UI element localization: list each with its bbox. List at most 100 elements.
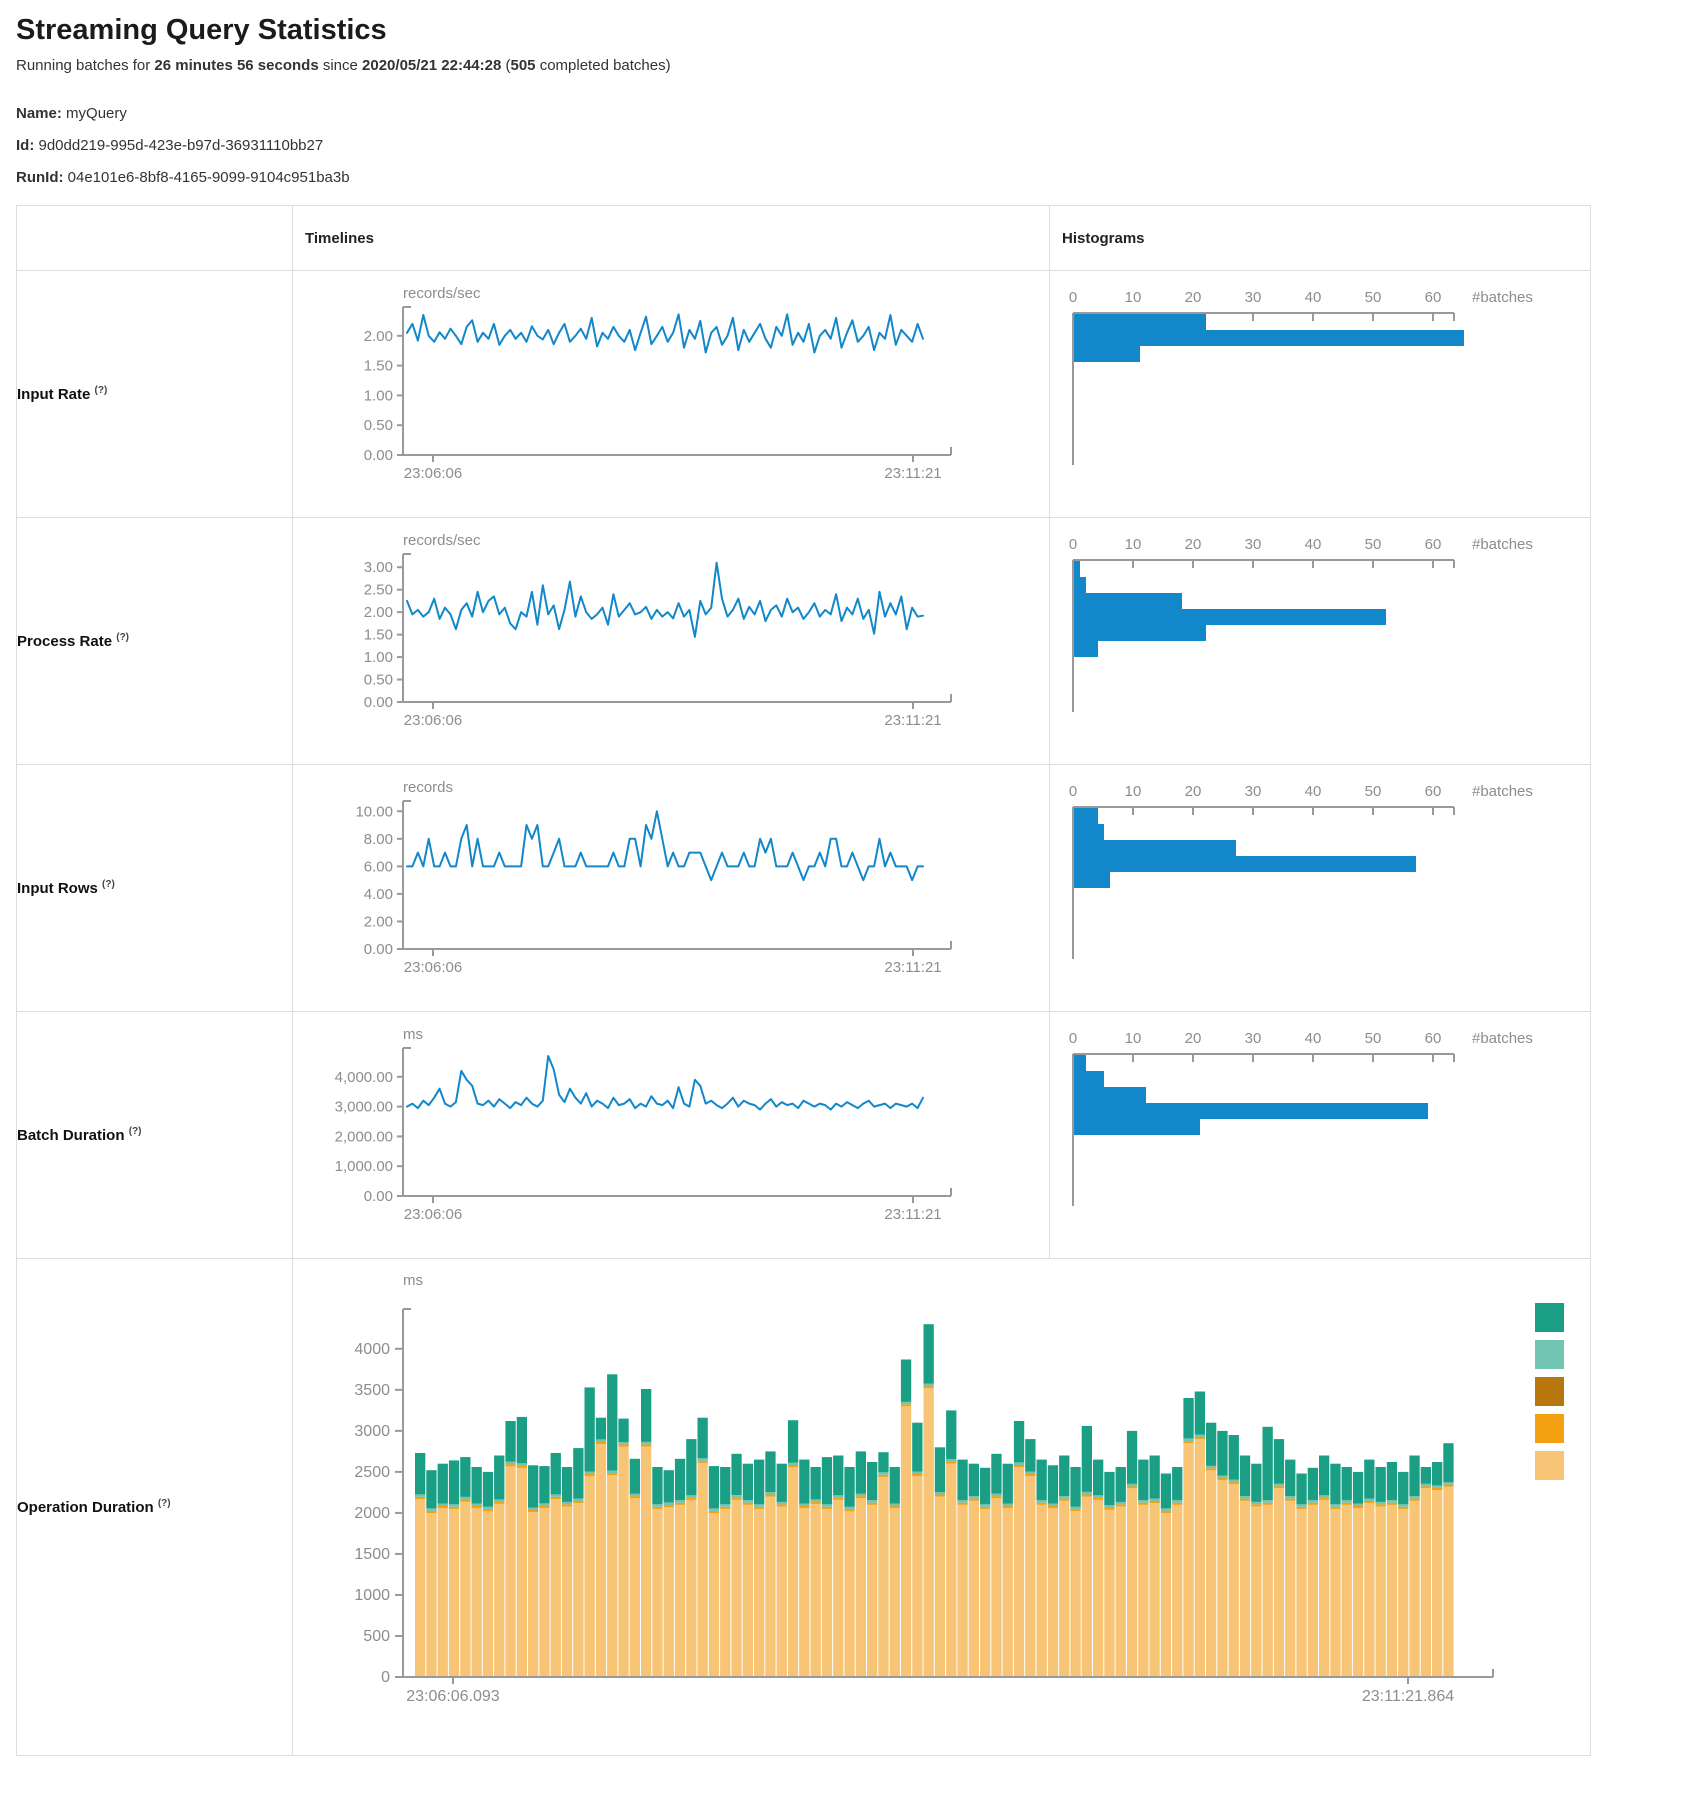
timelines-header: Timelines bbox=[293, 206, 1050, 271]
svg-text:2.00: 2.00 bbox=[364, 914, 393, 931]
svg-text:10: 10 bbox=[1125, 783, 1142, 800]
svg-text:23:11:21.864: 23:11:21.864 bbox=[1362, 1688, 1454, 1705]
input-rate-help-icon[interactable]: (?) bbox=[95, 385, 108, 396]
svg-text:1.50: 1.50 bbox=[364, 627, 393, 644]
svg-text:#batches: #batches bbox=[1472, 1030, 1533, 1047]
input-rows-timeline-cell: records0.002.004.006.008.0010.0023:06:06… bbox=[293, 765, 1050, 1012]
input-rows-histogram-cell: 0102030405060#batches bbox=[1050, 765, 1591, 1012]
input-rows-help-icon[interactable]: (?) bbox=[102, 879, 115, 890]
svg-text:3,000.00: 3,000.00 bbox=[335, 1099, 393, 1116]
svg-text:8.00: 8.00 bbox=[364, 831, 393, 848]
legend-swatch-get-batch bbox=[1535, 1303, 1564, 1332]
svg-text:23:11:21: 23:11:21 bbox=[884, 1206, 941, 1223]
svg-text:30: 30 bbox=[1245, 1030, 1262, 1047]
streaming-query-statistics-page: Streaming Query Statistics Running batch… bbox=[0, 0, 1693, 1820]
svg-text:0: 0 bbox=[1069, 289, 1077, 306]
input-rows-row: Input Rows (?) records0.002.004.006.008.… bbox=[17, 765, 1591, 1012]
operation-duration-stacked-chart: ms0500100015002000250030003500400023:06:… bbox=[303, 1269, 1553, 1747]
process-rate-timeline-chart: records/sec0.000.501.001.502.002.503.002… bbox=[303, 534, 1003, 749]
page-title: Streaming Query Statistics bbox=[16, 14, 1693, 47]
svg-text:60: 60 bbox=[1425, 289, 1442, 306]
svg-text:30: 30 bbox=[1245, 783, 1262, 800]
empty-header-cell bbox=[17, 206, 293, 271]
svg-text:0: 0 bbox=[1069, 536, 1077, 553]
svg-text:2500: 2500 bbox=[354, 1464, 390, 1481]
input-rate-row: Input Rate (?) records/sec0.000.501.001.… bbox=[17, 271, 1591, 518]
query-runid-line: RunId: 04e101e6-8bf8-4165-9099-9104c951b… bbox=[16, 164, 1693, 192]
svg-text:0: 0 bbox=[1069, 783, 1077, 800]
query-id-line: Id: 9d0dd219-995d-423e-b97d-36931110bb27 bbox=[16, 132, 1693, 160]
run-duration: 26 minutes 56 seconds bbox=[154, 57, 318, 74]
svg-text:500: 500 bbox=[363, 1628, 390, 1645]
process-rate-help-icon[interactable]: (?) bbox=[116, 632, 129, 643]
process-rate-label: Process Rate (?) bbox=[17, 518, 293, 765]
query-id: 9d0dd219-995d-423e-b97d-36931110bb27 bbox=[34, 137, 323, 154]
svg-text:#batches: #batches bbox=[1472, 536, 1533, 553]
svg-text:23:06:06: 23:06:06 bbox=[404, 1206, 462, 1223]
svg-text:40: 40 bbox=[1305, 536, 1322, 553]
statistics-table: Timelines Histograms Input Rate (?) reco… bbox=[16, 205, 1591, 1756]
svg-text:0: 0 bbox=[381, 1669, 390, 1686]
input-rate-label: Input Rate (?) bbox=[17, 271, 293, 518]
process-rate-timeline-cell: records/sec0.000.501.001.502.002.503.002… bbox=[293, 518, 1050, 765]
svg-text:2.00: 2.00 bbox=[364, 604, 393, 621]
svg-text:1000: 1000 bbox=[354, 1587, 390, 1604]
batch-duration-row: Batch Duration (?) ms0.001,000.002,000.0… bbox=[17, 1012, 1591, 1259]
svg-text:0.00: 0.00 bbox=[364, 1188, 393, 1205]
svg-text:50: 50 bbox=[1365, 289, 1382, 306]
svg-text:20: 20 bbox=[1185, 783, 1202, 800]
svg-text:2000: 2000 bbox=[354, 1505, 390, 1522]
svg-text:1500: 1500 bbox=[354, 1546, 390, 1563]
batch-duration-timeline-chart: ms0.001,000.002,000.003,000.004,000.0023… bbox=[303, 1028, 1003, 1243]
svg-text:23:11:21: 23:11:21 bbox=[884, 712, 941, 729]
svg-text:0.50: 0.50 bbox=[364, 672, 393, 689]
svg-text:40: 40 bbox=[1305, 1030, 1322, 1047]
svg-text:1.00: 1.00 bbox=[364, 388, 393, 405]
input-rate-histogram-chart: 0102030405060#batches bbox=[1058, 287, 1588, 502]
operation-duration-row: Operation Duration (?) ms050010001500200… bbox=[17, 1259, 1591, 1756]
svg-text:10: 10 bbox=[1125, 536, 1142, 553]
legend-swatch-query-planning bbox=[1535, 1377, 1564, 1406]
operation-duration-help-icon[interactable]: (?) bbox=[158, 1498, 171, 1509]
svg-text:3000: 3000 bbox=[354, 1423, 390, 1440]
svg-text:23:11:21: 23:11:21 bbox=[884, 959, 941, 976]
svg-text:60: 60 bbox=[1425, 1030, 1442, 1047]
svg-text:records/sec: records/sec bbox=[403, 287, 481, 302]
svg-text:10.00: 10.00 bbox=[355, 804, 393, 821]
svg-text:50: 50 bbox=[1365, 536, 1382, 553]
svg-text:1,000.00: 1,000.00 bbox=[335, 1158, 393, 1175]
svg-text:4000: 4000 bbox=[354, 1341, 390, 1358]
query-name: myQuery bbox=[62, 105, 127, 122]
completed-batch-count: 505 bbox=[511, 57, 536, 74]
input-rate-histogram-cell: 0102030405060#batches bbox=[1050, 271, 1591, 518]
batch-duration-histogram-cell: 0102030405060#batches bbox=[1050, 1012, 1591, 1259]
svg-text:1.50: 1.50 bbox=[364, 358, 393, 375]
input-rate-timeline-cell: records/sec0.000.501.001.502.0023:06:062… bbox=[293, 271, 1050, 518]
batch-duration-help-icon[interactable]: (?) bbox=[129, 1126, 142, 1137]
svg-text:2.00: 2.00 bbox=[364, 328, 393, 345]
legend-swatch-add-batch bbox=[1535, 1451, 1564, 1480]
input-rate-timeline-chart: records/sec0.000.501.001.502.0023:06:062… bbox=[303, 287, 1003, 502]
svg-text:0.50: 0.50 bbox=[364, 417, 393, 434]
svg-text:30: 30 bbox=[1245, 536, 1262, 553]
running-summary: Running batches for 26 minutes 56 second… bbox=[16, 57, 1693, 74]
query-name-line: Name: myQuery bbox=[16, 100, 1693, 128]
batch-duration-timeline-cell: ms0.001,000.002,000.003,000.004,000.0023… bbox=[293, 1012, 1050, 1259]
svg-text:23:06:06: 23:06:06 bbox=[404, 712, 462, 729]
svg-text:10: 10 bbox=[1125, 289, 1142, 306]
query-runid: 04e101e6-8bf8-4165-9099-9104c951ba3b bbox=[63, 169, 349, 186]
svg-text:#batches: #batches bbox=[1472, 289, 1533, 306]
batch-duration-histogram-chart: 0102030405060#batches bbox=[1058, 1028, 1588, 1243]
input-rows-timeline-chart: records0.002.004.006.008.0010.0023:06:06… bbox=[303, 781, 1003, 996]
svg-text:4.00: 4.00 bbox=[364, 886, 393, 903]
svg-text:0.00: 0.00 bbox=[364, 941, 393, 958]
svg-text:10: 10 bbox=[1125, 1030, 1142, 1047]
operation-duration-legend bbox=[1535, 1303, 1564, 1488]
svg-text:20: 20 bbox=[1185, 289, 1202, 306]
svg-text:records: records bbox=[403, 781, 453, 796]
run-start-timestamp: 2020/05/21 22:44:28 bbox=[362, 57, 501, 74]
table-header-row: Timelines Histograms bbox=[17, 206, 1591, 271]
legend-swatch-latest-offset bbox=[1535, 1340, 1564, 1369]
svg-text:23:06:06: 23:06:06 bbox=[404, 465, 462, 482]
legend-swatch-wal-commit bbox=[1535, 1414, 1564, 1443]
